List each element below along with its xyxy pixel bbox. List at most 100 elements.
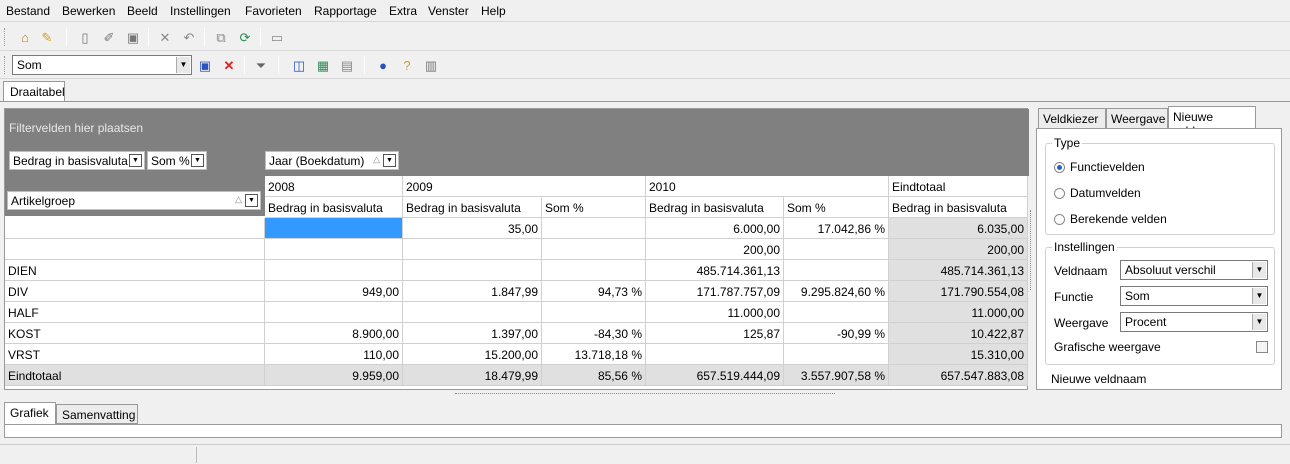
menu-rapportage[interactable]: Rapportage bbox=[314, 4, 377, 18]
pivot-cell[interactable] bbox=[265, 260, 403, 281]
filter-icon[interactable]: ⏷ bbox=[252, 56, 270, 74]
chevron-down-icon[interactable]: ▼ bbox=[129, 154, 142, 167]
tab-draaitabel[interactable]: Draaitabel bbox=[3, 81, 65, 102]
save-icon[interactable]: ▣ bbox=[124, 28, 142, 46]
tab-veldkiezer[interactable]: Veldkiezer bbox=[1038, 108, 1106, 129]
tab-samenvatting[interactable]: Samenvatting bbox=[56, 404, 138, 424]
pivot-cell[interactable]: 13.718,18 % bbox=[542, 344, 646, 365]
column-field-jaar[interactable]: Jaar (Boekdatum) △ ▼ bbox=[265, 151, 399, 170]
chevron-down-icon[interactable]: ▼ bbox=[191, 154, 204, 167]
pivot-cell[interactable] bbox=[265, 239, 403, 260]
new-document-icon[interactable]: ▯ bbox=[76, 28, 94, 46]
pivot-cell[interactable] bbox=[542, 239, 646, 260]
pivot-cell[interactable]: 657.519.444,09 bbox=[646, 365, 784, 386]
pivot-cell[interactable]: 1.847,99 bbox=[403, 281, 542, 302]
pivot-cell[interactable]: 10.422,87 bbox=[889, 323, 1028, 344]
pivot-cell[interactable]: 171.790.554,08 bbox=[889, 281, 1028, 302]
print-preview-icon[interactable]: ◫ bbox=[290, 56, 308, 74]
functie-select[interactable]: Som ▼ bbox=[1120, 286, 1268, 306]
menu-extra[interactable]: Extra bbox=[389, 4, 417, 18]
layout-select[interactable]: Som ▼ bbox=[12, 55, 192, 75]
undo-icon[interactable]: ↶ bbox=[180, 28, 198, 46]
grafische-weergave-checkbox[interactable] bbox=[1256, 341, 1268, 353]
pivot-cell[interactable] bbox=[265, 302, 403, 323]
refresh-icon[interactable]: ⟳ bbox=[236, 28, 254, 46]
export-icon[interactable]: ▤ bbox=[338, 56, 356, 74]
radio-datumvelden[interactable] bbox=[1054, 188, 1065, 199]
pivot-cell[interactable]: 657.547.883,08 bbox=[889, 365, 1028, 386]
pivot-cell[interactable]: 6.000,00 bbox=[646, 218, 784, 239]
pivot-cell[interactable] bbox=[784, 260, 889, 281]
pivot-cell[interactable] bbox=[542, 260, 646, 281]
book-icon[interactable]: ▥ bbox=[422, 56, 440, 74]
data-field-som[interactable]: Som % ▼ bbox=[147, 151, 207, 170]
pivot-cell[interactable]: 200,00 bbox=[646, 239, 784, 260]
excel-export-icon[interactable]: ▦ bbox=[314, 56, 332, 74]
pivot-cell[interactable]: 8.900,00 bbox=[265, 323, 403, 344]
pivot-cell[interactable]: 15.310,00 bbox=[889, 344, 1028, 365]
pivot-cell[interactable] bbox=[403, 260, 542, 281]
pivot-cell[interactable]: 200,00 bbox=[889, 239, 1028, 260]
chevron-down-icon[interactable]: ▼ bbox=[383, 154, 396, 167]
pivot-cell[interactable]: 94,73 % bbox=[542, 281, 646, 302]
tab-weergave[interactable]: Weergave bbox=[1106, 108, 1168, 129]
edit-document-icon[interactable]: ✐ bbox=[100, 28, 118, 46]
pivot-cell[interactable]: 11.000,00 bbox=[889, 302, 1028, 323]
delete-layout-icon[interactable]: ✕ bbox=[220, 56, 238, 74]
question-icon[interactable]: ? bbox=[398, 56, 416, 74]
menu-bestand[interactable]: Bestand bbox=[6, 4, 50, 18]
data-field-bedrag[interactable]: Bedrag in basisvaluta ▼ bbox=[9, 151, 145, 170]
pivot-cell[interactable] bbox=[784, 302, 889, 323]
veldnaam-select[interactable]: Absoluut verschil ▼ bbox=[1120, 260, 1268, 280]
pivot-cell[interactable]: 9.295.824,60 % bbox=[784, 281, 889, 302]
pivot-cell[interactable]: 485.714.361,13 bbox=[889, 260, 1028, 281]
menu-favorieten[interactable]: Favorieten bbox=[245, 4, 302, 18]
pivot-cell[interactable]: 17.042,86 % bbox=[784, 218, 889, 239]
splitter-vertical[interactable] bbox=[1030, 210, 1034, 290]
delete-icon[interactable]: ✕ bbox=[156, 28, 174, 46]
pivot-cell[interactable] bbox=[403, 239, 542, 260]
pivot-cell[interactable]: -90,99 % bbox=[784, 323, 889, 344]
pivot-cell-selected[interactable] bbox=[265, 218, 403, 239]
pivot-cell[interactable] bbox=[646, 344, 784, 365]
tab-nieuwe-velden[interactable]: Nieuwe velden bbox=[1168, 106, 1256, 138]
pivot-cell[interactable]: -84,30 % bbox=[542, 323, 646, 344]
pivot-cell[interactable] bbox=[784, 344, 889, 365]
pivot-cell[interactable]: 171.787.757,09 bbox=[646, 281, 784, 302]
pivot-cell[interactable]: 15.200,00 bbox=[403, 344, 542, 365]
pivot-cell[interactable]: 85,56 % bbox=[542, 365, 646, 386]
help-icon[interactable]: ● bbox=[374, 56, 392, 74]
menu-instellingen[interactable]: Instellingen bbox=[170, 4, 231, 18]
weergave-select[interactable]: Procent ▼ bbox=[1120, 312, 1268, 332]
window-icon[interactable]: ▭ bbox=[268, 28, 286, 46]
pin-icon[interactable]: ✎ bbox=[38, 28, 56, 46]
pivot-cell[interactable] bbox=[542, 302, 646, 323]
pivot-cell[interactable] bbox=[403, 302, 542, 323]
pivot-cell[interactable] bbox=[784, 239, 889, 260]
pivot-cell[interactable]: 18.479,99 bbox=[403, 365, 542, 386]
row-field-artikelgroep[interactable]: Artikelgroep △ ▼ bbox=[7, 191, 261, 210]
tab-grafiek[interactable]: Grafiek bbox=[4, 402, 56, 424]
chevron-down-icon[interactable]: ▼ bbox=[245, 194, 258, 207]
pivot-cell[interactable]: 9.959,00 bbox=[265, 365, 403, 386]
pivot-cell[interactable] bbox=[542, 218, 646, 239]
save-layout-icon[interactable]: ▣ bbox=[196, 56, 214, 74]
pivot-cell[interactable]: 949,00 bbox=[265, 281, 403, 302]
pivot-cell[interactable]: 125,87 bbox=[646, 323, 784, 344]
menu-bewerken[interactable]: Bewerken bbox=[62, 4, 115, 18]
pivot-cell[interactable]: 1.397,00 bbox=[403, 323, 542, 344]
copy-icon[interactable]: ⧉ bbox=[212, 28, 230, 46]
pivot-cell[interactable]: 110,00 bbox=[265, 344, 403, 365]
home-icon[interactable]: ⌂ bbox=[16, 28, 34, 46]
menu-beeld[interactable]: Beeld bbox=[127, 4, 158, 18]
splitter-horizontal[interactable] bbox=[455, 393, 835, 399]
radio-berekende-velden[interactable] bbox=[1054, 214, 1065, 225]
pivot-cell[interactable]: 6.035,00 bbox=[889, 218, 1028, 239]
radio-functievelden[interactable] bbox=[1054, 162, 1065, 173]
menu-help[interactable]: Help bbox=[481, 4, 506, 18]
pivot-cell[interactable]: 3.557.907,58 % bbox=[784, 365, 889, 386]
pivot-cell[interactable]: 11.000,00 bbox=[646, 302, 784, 323]
pivot-cell[interactable]: 485.714.361,13 bbox=[646, 260, 784, 281]
menu-venster[interactable]: Venster bbox=[428, 4, 469, 18]
filter-zone[interactable]: Filtervelden hier plaatsen Bedrag in bas… bbox=[5, 109, 1029, 176]
